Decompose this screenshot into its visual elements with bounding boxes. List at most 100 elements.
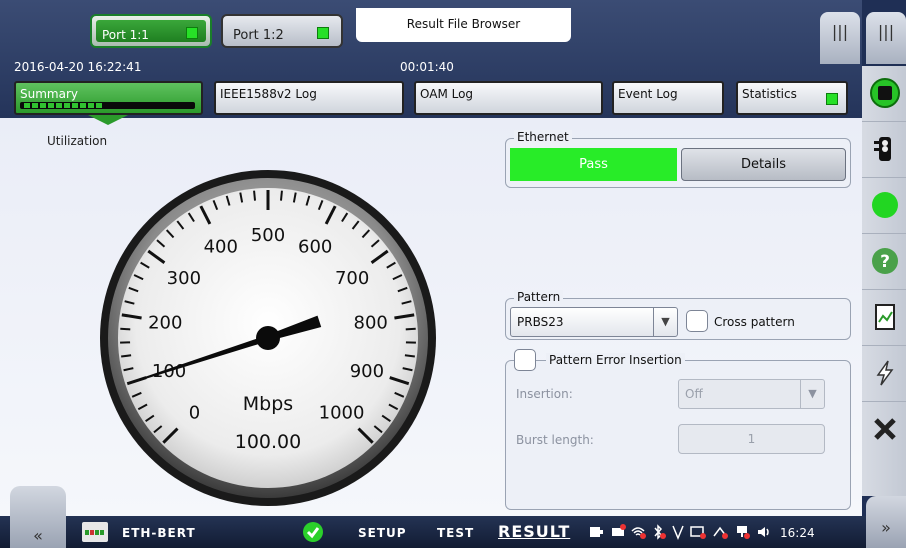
chevron-down-icon: ▼: [653, 308, 677, 336]
gauge-tick-label: 0: [189, 403, 200, 424]
network-icon: [713, 526, 728, 539]
setup-nav[interactable]: SETUP: [358, 526, 407, 540]
pattern-group-title: Pattern: [514, 290, 564, 304]
cross-pattern-checkbox[interactable]: [686, 310, 708, 332]
port-tab-label: Port 1:1: [102, 28, 149, 42]
error-injection-button[interactable]: [862, 346, 906, 402]
gauge-tick-label: 300: [167, 268, 201, 289]
utilization-title: Utilization: [47, 134, 108, 148]
pattern-error-insertion-title: Pattern Error Insertion: [546, 353, 685, 367]
close-button[interactable]: [862, 402, 906, 458]
elapsed-time: 00:01:40: [400, 60, 454, 74]
ethernet-details-button[interactable]: Details: [681, 148, 846, 181]
tab-label: Statistics: [742, 87, 797, 101]
wifi-icon: [631, 527, 646, 539]
checkmark-icon: [303, 522, 323, 542]
bottom-bar: ETH-BERT SETUP TEST RESULT 16:24: [0, 516, 906, 548]
ethernet-group-title: Ethernet: [514, 130, 572, 144]
report-icon: [875, 304, 895, 330]
insertion-label: Insertion:: [516, 387, 573, 401]
pattern-group: Pattern PRBS23 ▼ Cross pattern: [505, 290, 851, 340]
tab-oam-log[interactable]: OAM Log: [414, 81, 603, 115]
tab-summary[interactable]: Summary: [14, 81, 203, 115]
gauge-tick-label: 500: [251, 225, 285, 246]
ethernet-status-pass: Pass: [510, 148, 677, 181]
test-name: ETH-BERT: [122, 526, 196, 540]
tab-label: Event Log: [618, 87, 678, 101]
gauge-tick-label: 800: [354, 313, 388, 334]
gauge-minor-tick: [405, 327, 416, 331]
burst-length-label: Burst length:: [516, 433, 594, 447]
help-icon: ?: [872, 248, 898, 274]
app-root: Port 1:1 Port 1:2 2016-04-20 16:22:41 00…: [0, 0, 906, 548]
gauge-tick-label: 700: [335, 268, 369, 289]
result-file-browser-tab[interactable]: Result File Browser: [356, 8, 571, 42]
current-datetime: 2016-04-20 16:22:41: [14, 60, 142, 74]
tab-label: OAM Log: [420, 87, 474, 101]
insertion-select-value: Off: [685, 387, 703, 401]
gauge-minor-tick: [279, 190, 283, 201]
burst-length-field[interactable]: 1: [678, 424, 825, 454]
pattern-error-insertion-group: Pattern Error Insertion Insertion: Off ▼…: [505, 349, 851, 510]
traffic-light-icon: [874, 137, 891, 161]
help-button[interactable]: ?: [862, 234, 906, 290]
pattern-select-value: PRBS23: [517, 315, 564, 329]
left-expand-handle[interactable]: «: [10, 486, 66, 548]
traffic-light-button[interactable]: [862, 122, 906, 178]
port-status-led: [317, 27, 329, 39]
pattern-select[interactable]: PRBS23 ▼: [510, 307, 678, 337]
remote-screen-icon: [690, 526, 706, 539]
result-nav[interactable]: RESULT: [498, 522, 570, 541]
svg-text:?: ?: [880, 252, 890, 272]
active-tab-pointer: [88, 115, 128, 125]
lightning-icon: [876, 360, 894, 386]
ethernet-group: Ethernet Pass Details: [505, 130, 851, 188]
close-icon: [874, 418, 896, 440]
chevron-down-icon: ▼: [800, 380, 824, 408]
gauge-minor-tick: [404, 354, 415, 358]
gauge-tick-label: 600: [298, 236, 332, 257]
tab-ieee1588v2-log[interactable]: IEEE1588v2 Log: [214, 81, 404, 115]
stop-test-button[interactable]: [862, 66, 906, 122]
gps-icon: [672, 525, 684, 540]
tab-label: Summary: [20, 87, 78, 101]
port-tab-1-2[interactable]: Port 1:2: [221, 14, 343, 48]
cross-pattern-label: Cross pattern: [714, 315, 795, 329]
lan-icon: [737, 526, 750, 539]
gauge-minor-tick: [120, 327, 131, 331]
report-button[interactable]: [862, 290, 906, 346]
bluetooth-icon: [654, 524, 666, 540]
pattern-error-insertion-checkbox[interactable]: [514, 349, 536, 371]
tab-event-log[interactable]: Event Log: [612, 81, 724, 115]
port-tab-1-1[interactable]: Port 1:1: [90, 14, 212, 48]
gauge-tick-label: 400: [204, 236, 238, 257]
port-status-led: [186, 27, 198, 39]
gauge-needle-hub: [256, 326, 280, 350]
summary-panel: Utilization 0100200300400500600700800900…: [0, 118, 862, 516]
gauge-tick-label: 200: [148, 313, 182, 334]
port-tab-label: Port 1:2: [233, 28, 284, 43]
gauge-tick-label: 900: [350, 361, 384, 382]
right-expand-handle[interactable]: »: [866, 496, 906, 548]
gauge-tick-label: 1000: [319, 403, 365, 424]
eth-bert-app-icon: [82, 522, 108, 542]
usb-icon: [612, 524, 626, 536]
gauge-value-readout: 100.00: [235, 431, 301, 453]
statistics-status-led: [826, 93, 838, 105]
tab-statistics[interactable]: Statistics: [736, 81, 848, 115]
utilization-gauge: 01002003004005006007008009001000 Mbps 10…: [100, 170, 436, 506]
gauge-minor-tick: [253, 190, 257, 201]
gauge-minor-tick: [121, 354, 132, 358]
panel-grip-handle[interactable]: |||: [820, 12, 860, 64]
rail-grip-handle[interactable]: |||: [866, 12, 906, 64]
right-rail: ?: [862, 66, 906, 496]
summary-progress-bar: [20, 102, 195, 109]
status-indicator-button[interactable]: [862, 178, 906, 234]
tab-label: IEEE1588v2 Log: [220, 87, 317, 101]
gauge-unit: Mbps: [243, 393, 293, 415]
speaker-icon: [758, 527, 769, 537]
power-plug-icon: [590, 527, 603, 537]
insertion-select[interactable]: Off ▼: [678, 379, 825, 409]
test-nav[interactable]: TEST: [437, 526, 474, 540]
stop-icon: [870, 78, 900, 108]
